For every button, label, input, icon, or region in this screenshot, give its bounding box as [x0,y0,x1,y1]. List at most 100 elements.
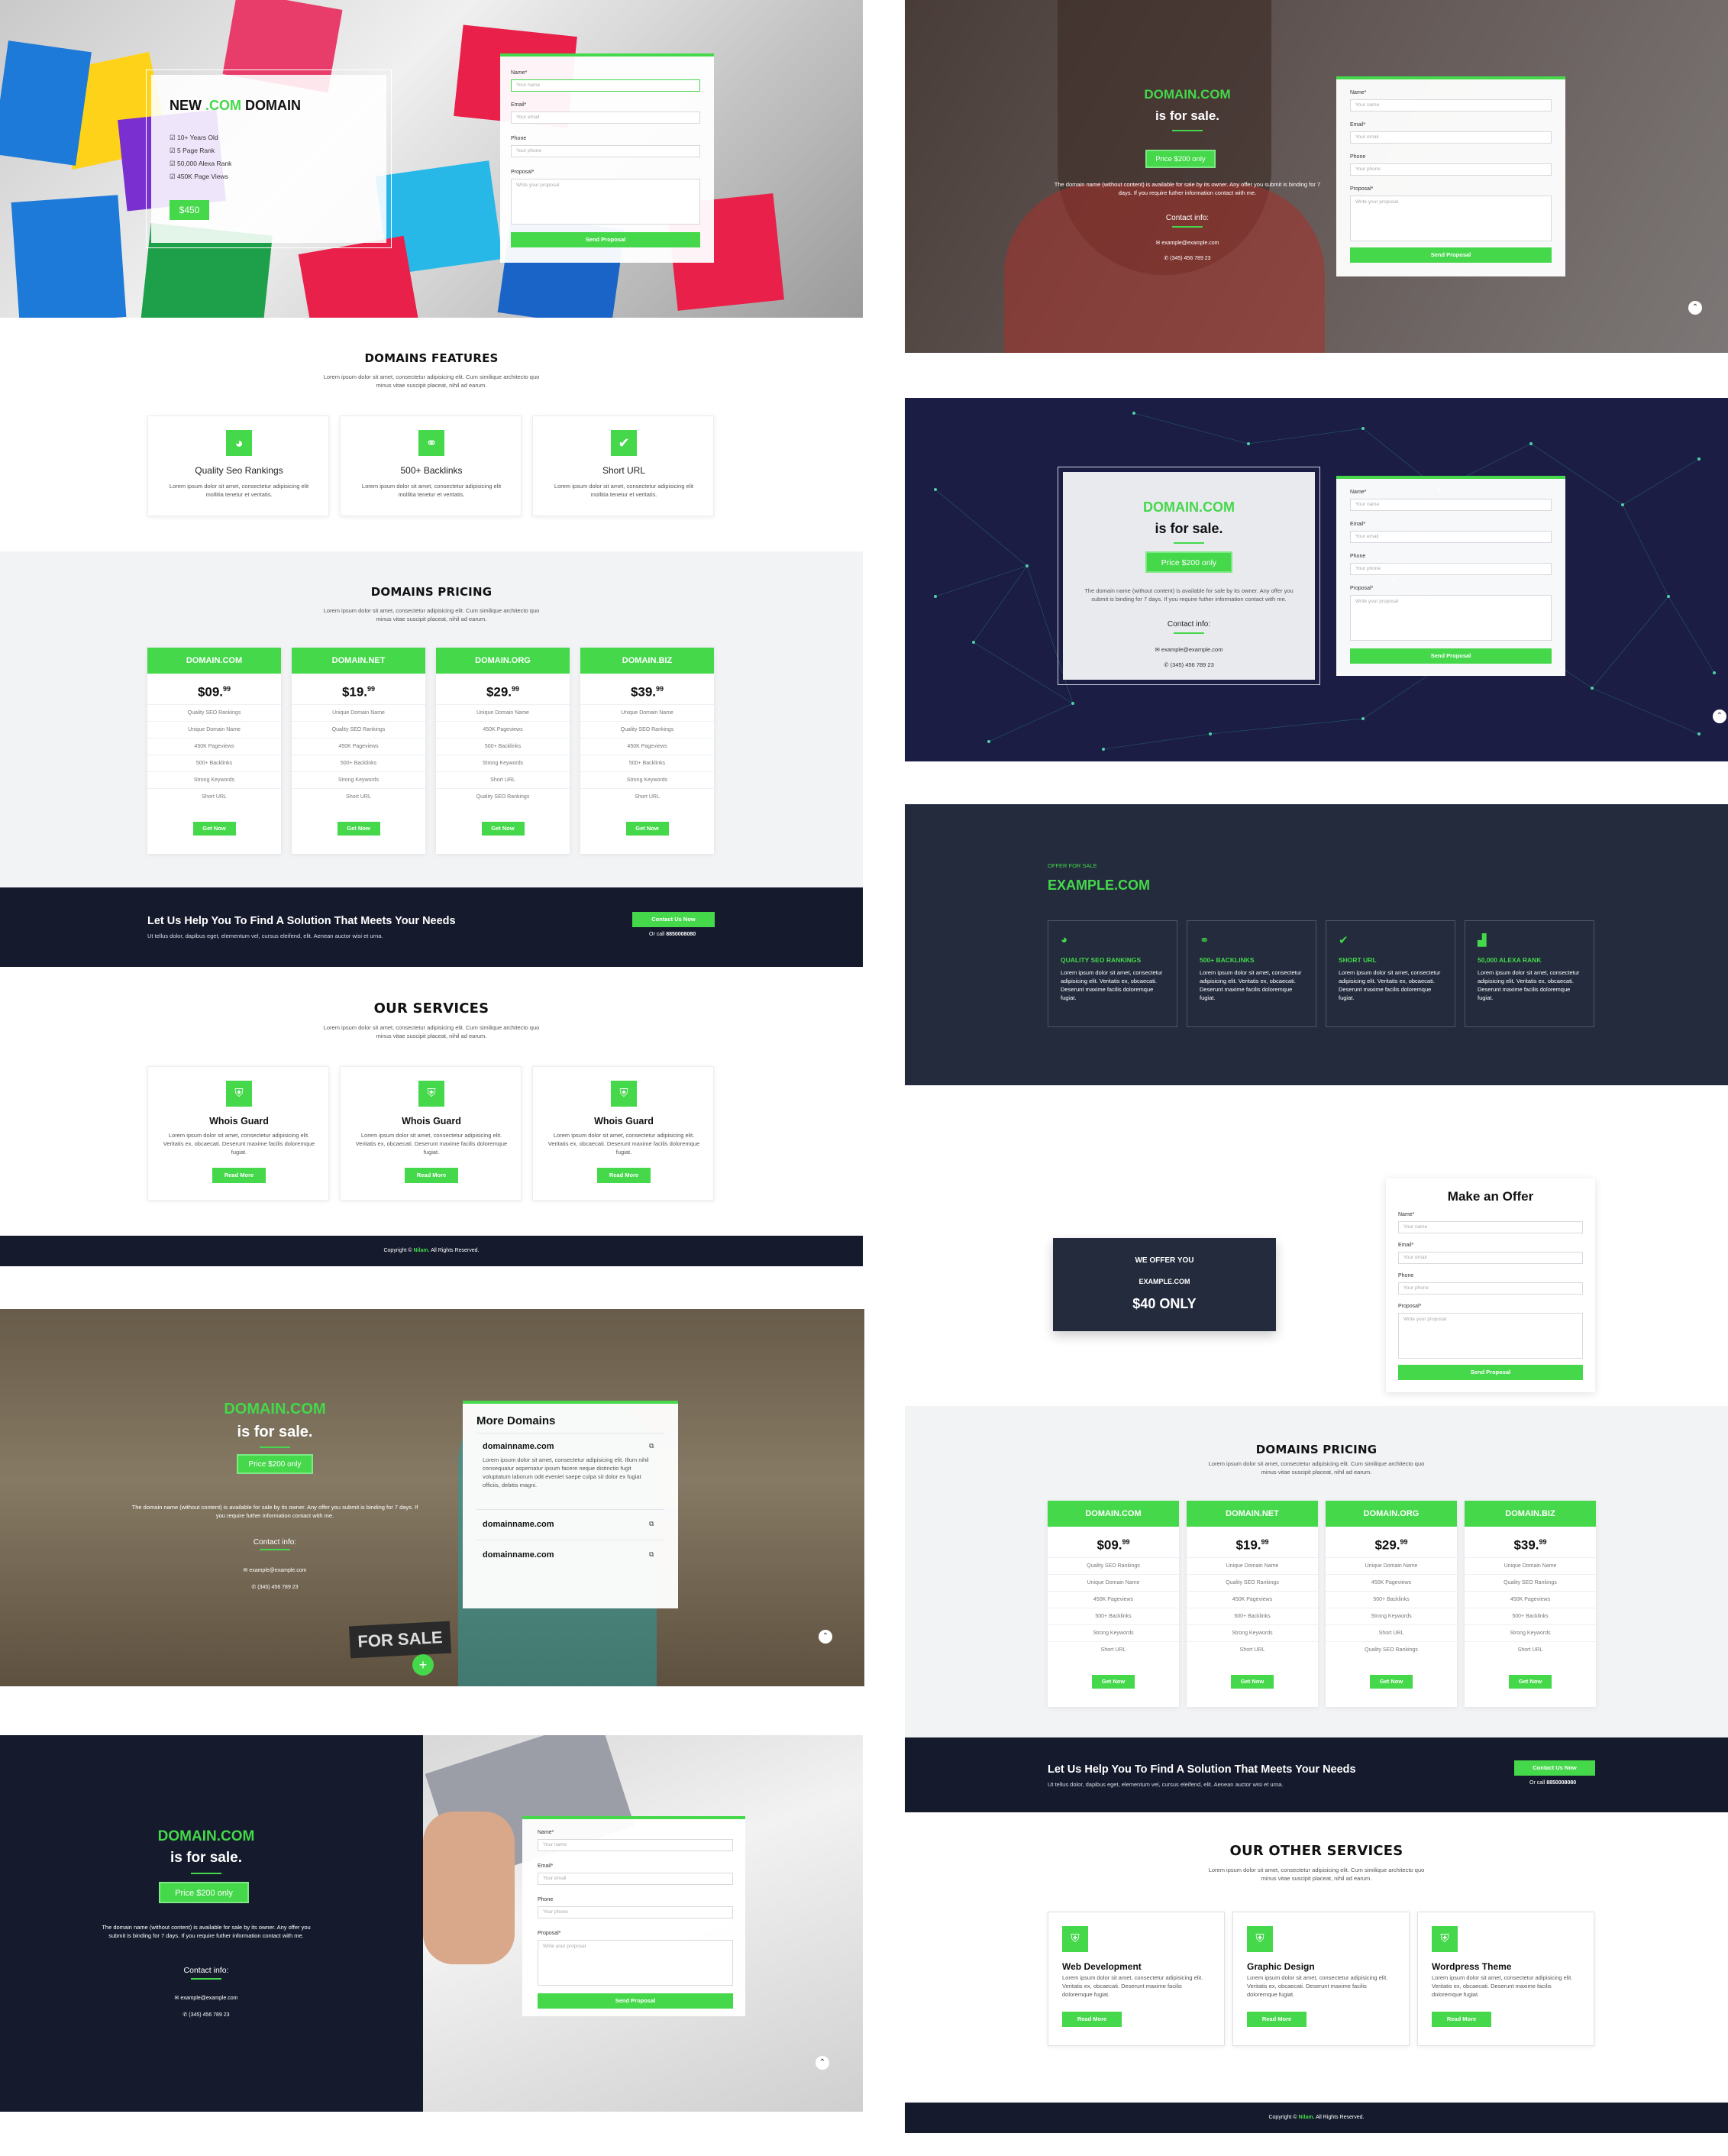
plan-feature: Strong Keywords [436,755,570,771]
contact-us-button[interactable]: Contact Us Now [632,912,715,927]
phone-input[interactable]: Your phone [1350,563,1552,575]
chart-icon: ▟ [1478,934,1487,947]
plan-feature: Quality SEO Rankings [580,721,714,738]
domain-link[interactable]: domainname.com [483,1520,554,1529]
phone-input[interactable]: Your phone [538,1906,733,1918]
external-link-icon[interactable]: ⧉ [649,1442,654,1450]
send-proposal-button[interactable]: Send Proposal [511,232,700,247]
pricing-card: DOMAIN.COM $09.99 Quality SEO Rankings U… [147,648,281,854]
we-offer-label: WE OFFER YOU [1135,1256,1194,1265]
name-label: Name* [1350,490,1367,495]
domain-link[interactable]: domainname.com [483,1550,554,1560]
plan-feature: 450K Pageviews [1326,1574,1457,1591]
offer-section: OFFER FOR SALE EXAMPLE.COM ◕ QUALITY SEO… [905,804,1728,1085]
plan-name: DOMAIN.COM [1048,1501,1179,1527]
name-input[interactable]: Your name [1350,99,1552,112]
send-proposal-button[interactable]: Send Proposal [1350,648,1552,664]
divider [476,1509,664,1510]
get-now-button[interactable]: Get Now [192,822,236,836]
plan-feature: Strong Keywords [1187,1624,1318,1641]
read-more-button[interactable]: Read More [1062,2012,1122,2027]
read-more-button[interactable]: Read More [1247,2012,1306,2027]
hero-title: NEW .COM DOMAIN [170,98,302,113]
proposal-textarea[interactable]: Write your proposal [511,179,700,225]
pricing-title: DOMAINS PRICING [1255,1443,1378,1456]
phone-input[interactable]: Your phone [511,145,700,157]
pricing-section: DOMAINS PRICING Lorem ipsum dolor sit am… [0,551,863,887]
feature-card: ⚭ 500+ Backlinks Lorem ipsum dolor sit a… [340,415,522,516]
get-now-button[interactable]: Get Now [337,822,380,836]
globe-icon: ◕ [226,430,252,456]
name-input[interactable]: Your name [511,79,700,92]
get-now-button[interactable]: Get Now [1370,1675,1413,1689]
price-button[interactable]: Price $200 only [1145,551,1232,573]
other-services-section: OUR OTHER SERVICES Lorem ipsum dolor sit… [905,1812,1728,2103]
proposal-textarea[interactable]: Write your proposal [1350,595,1552,641]
phone-label: Phone [511,136,527,141]
plan-feature: Quality SEO Rankings [292,721,425,738]
footer: Copyright © Nilam. All Rights Reserved. [905,2103,1728,2133]
external-link-icon[interactable]: ⧉ [649,1550,654,1559]
plan-name: DOMAIN.COM [147,648,281,674]
email-input[interactable]: Your email [511,112,700,124]
proposal-label: Proposal* [538,1931,561,1936]
page-for-sale-bike: DOMAIN.COM is for sale. Price $200 only … [0,1309,864,1686]
email-input[interactable]: Your email [1398,1252,1583,1264]
read-more-button[interactable]: Read More [597,1168,651,1183]
get-now-button[interactable]: Get Now [1092,1675,1135,1689]
phone-input[interactable]: Your phone [1350,163,1552,176]
we-offer-box: WE OFFER YOU EXAMPLE.COM $40 ONLY [1053,1238,1276,1331]
proposal-form: Name* Your name Email* Your email Phone … [522,1816,745,2016]
we-offer-price: $40 ONLY [1132,1296,1197,1311]
make-offer-section: WE OFFER YOU EXAMPLE.COM $40 ONLY Make a… [905,1085,1728,1406]
plan-feature: Strong Keywords [1048,1624,1179,1641]
services-title: OUR SERVICES [373,1000,489,1017]
proposal-textarea[interactable]: Write your proposal [538,1940,733,1986]
contact-us-button[interactable]: Contact Us Now [1514,1760,1595,1776]
email-input[interactable]: Your email [538,1873,733,1885]
shield-icon: ⛨ [226,1081,252,1107]
email-label: Email* [538,1863,554,1869]
send-proposal-button[interactable]: Send Proposal [1398,1365,1583,1380]
get-now-button[interactable]: Get Now [1509,1675,1552,1689]
read-more-button[interactable]: Read More [212,1168,266,1183]
scroll-top-icon[interactable]: ⌃ [816,2056,829,2070]
contact-phone: ✆ (345) 456 789 23 [1164,661,1214,668]
service-card-title: Whois Guard [402,1116,461,1126]
name-input[interactable]: Your name [1398,1221,1583,1233]
read-more-button[interactable]: Read More [405,1168,458,1183]
email-input[interactable]: Your email [1350,131,1552,144]
price-button[interactable]: Price $200 only [159,1882,249,1903]
proposal-textarea[interactable]: Write your proposal [1398,1313,1583,1359]
domain-link[interactable]: domainname.com [483,1442,554,1451]
hero-price-button[interactable]: $450 [170,200,209,220]
email-input[interactable]: Your email [1350,531,1552,543]
scroll-top-icon[interactable]: ⌃ [1713,710,1726,723]
get-now-button[interactable]: Get Now [481,822,525,836]
send-proposal-button[interactable]: Send Proposal [538,1993,733,2009]
service-card-title: Whois Guard [594,1116,654,1126]
phone-input[interactable]: Your phone [1398,1282,1583,1295]
name-input[interactable]: Your name [538,1839,733,1851]
scroll-top-icon[interactable]: ⌃ [819,1630,832,1644]
send-proposal-button[interactable]: Send Proposal [1350,247,1552,263]
phone-label: Phone [538,1897,554,1902]
read-more-button[interactable]: Read More [1432,2012,1491,2027]
scroll-top-icon[interactable]: ⌃ [1688,301,1702,315]
divider [1172,130,1203,131]
divider [1174,542,1204,544]
price-button[interactable]: Price $200 only [237,1454,313,1474]
sale-heading: is for sale. [1155,521,1223,536]
sale-heading: is for sale. [170,1850,242,1866]
service-card: ⛨ Whois Guard Lorem ipsum dolor sit amet… [532,1066,714,1201]
plan-name: DOMAIN.NET [292,648,425,674]
external-link-icon[interactable]: ⧉ [649,1520,654,1528]
price-button[interactable]: Price $200 only [1145,150,1216,168]
name-input[interactable]: Your name [1350,499,1552,511]
get-now-button[interactable]: Get Now [1231,1675,1274,1689]
hero-feature-list: ☑ 10+ Years Old ☑ 5 Page Rank ☑ 50,000 A… [170,131,231,183]
plus-icon[interactable]: + [412,1654,434,1676]
get-now-button[interactable]: Get Now [625,822,669,836]
plan-feature: 450K Pageviews [147,738,281,755]
proposal-textarea[interactable]: Write your proposal [1350,196,1552,241]
